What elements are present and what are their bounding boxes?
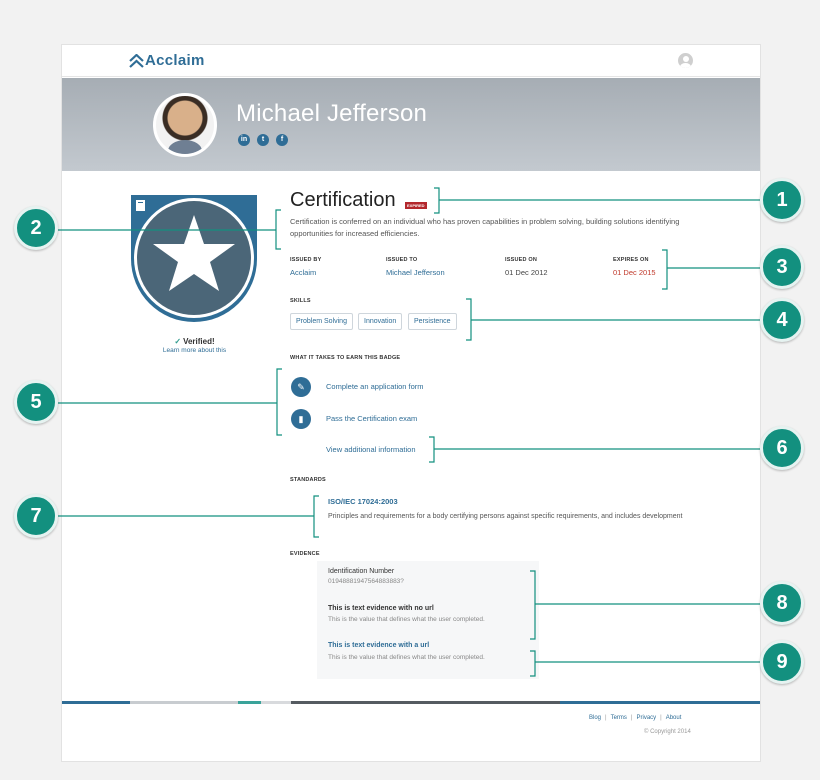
linkedin-icon[interactable]: in (238, 134, 250, 146)
evidence-title-no-url: This is text evidence with no url (328, 605, 434, 612)
pencil-icon: ✎ (291, 377, 311, 397)
evidence-value-no-url: This is the value that defines what the … (328, 616, 485, 623)
footer-link-blog[interactable]: Blog (589, 715, 601, 721)
skill-tag-innovation[interactable]: Innovation (358, 313, 403, 330)
callout-4: 4 (760, 298, 804, 342)
callout-2: 2 (14, 206, 58, 250)
clipboard-icon: ▮ (291, 409, 311, 429)
evidence-value-with-url: This is the value that defines what the … (328, 654, 485, 661)
issued-to-link[interactable]: Michael Jefferson (386, 268, 445, 277)
step-certification-exam[interactable]: Pass the Certification exam (326, 414, 417, 423)
view-additional-info-link[interactable]: View additional information (326, 445, 416, 454)
badge-title: Certification (290, 189, 396, 211)
acclaim-logo-text: Acclaim (145, 52, 205, 69)
expires-on-label: EXPIRES ON (613, 257, 649, 263)
callout-6: 6 (760, 426, 804, 470)
callout-7: 7 (14, 494, 58, 538)
footer-link-about[interactable]: About (666, 715, 682, 721)
footer-links: Blog | Terms | Privacy | About (589, 715, 682, 721)
callout-3: 3 (760, 245, 804, 289)
standards-label: STANDARDS (290, 477, 326, 483)
issued-by-link[interactable]: Acclaim (290, 268, 316, 277)
profile-header: Michael Jefferson in t f (62, 78, 760, 171)
social-links: in t f (238, 134, 288, 146)
skill-tag-problem-solving[interactable]: Problem Solving (290, 313, 353, 330)
skills-label: SKILLS (290, 298, 311, 304)
callout-9: 9 (760, 640, 804, 684)
check-icon: ✓ (174, 337, 182, 346)
verification-block: ✓ Verified! Learn more about this (122, 337, 267, 354)
evidence-title-with-url[interactable]: This is text evidence with a url (328, 642, 429, 649)
acclaim-logo[interactable]: Acclaim (129, 52, 205, 69)
step-application-form[interactable]: Complete an application form (326, 382, 424, 391)
earn-criteria-label: WHAT IT TAKES TO EARN THIS BADGE (290, 355, 401, 361)
callout-5: 5 (14, 380, 58, 424)
footer-link-privacy[interactable]: Privacy (636, 715, 656, 721)
acclaim-logo-icon (129, 53, 144, 68)
issued-on-label: ISSUED ON (505, 257, 538, 263)
issued-by-label: ISSUED BY (290, 257, 322, 263)
avatar (153, 93, 217, 157)
facebook-icon[interactable]: f (276, 134, 288, 146)
standard-description: Principles and requirements for a body c… (328, 513, 683, 520)
callout-8: 8 (760, 581, 804, 625)
callout-1: 1 (760, 178, 804, 222)
learn-more-link[interactable]: Learn more about this (122, 347, 267, 354)
evidence-value-id: 01948881947564883883? (328, 578, 404, 585)
top-navigation-bar: Acclaim (62, 45, 760, 77)
issued-on-value: 01 Dec 2012 (505, 268, 548, 277)
badge-image (131, 195, 257, 322)
badge-description: Certification is conferred on an individ… (290, 217, 680, 238)
evidence-title-id: Identification Number (328, 568, 395, 575)
evidence-label: EVIDENCE (290, 551, 320, 557)
twitter-icon[interactable]: t (257, 134, 269, 146)
footer-link-terms[interactable]: Terms (611, 715, 627, 721)
copyright: © Copyright 2014 (644, 729, 691, 735)
badge-page: Acclaim Michael Jefferson in t f ✓ Verifi… (61, 44, 761, 762)
standard-link[interactable]: ISO/IEC 17024:2003 (328, 497, 398, 506)
verified-label: Verified! (183, 337, 215, 346)
profile-name: Michael Jefferson (236, 100, 428, 127)
skill-tag-persistence[interactable]: Persistence (408, 313, 457, 330)
issued-to-label: ISSUED TO (386, 257, 418, 263)
expired-status-badge: EXPIRED (405, 202, 427, 209)
book-icon (136, 200, 145, 211)
expires-on-value: 01 Dec 2015 (613, 268, 656, 277)
footer-divider (62, 701, 760, 704)
user-menu-icon[interactable] (678, 53, 693, 68)
